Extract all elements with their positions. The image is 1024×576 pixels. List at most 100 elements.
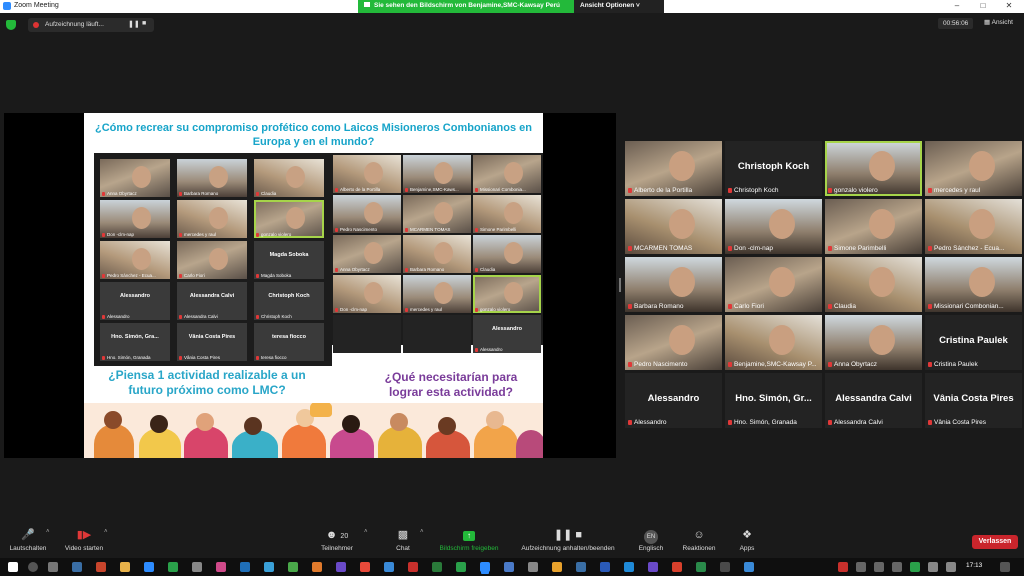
participant-tile[interactable]: mercedes y raul [403,275,471,313]
participant-tile[interactable]: Missionari Combonian... [925,257,1022,312]
zoom-taskbar-icon[interactable] [480,562,490,572]
participant-tile[interactable]: Claudia [254,159,324,197]
language-button[interactable]: EN Englisch [634,528,668,552]
taskbar-app-icon[interactable] [672,562,682,572]
task-view-icon[interactable] [48,562,58,572]
windows-start-icon[interactable] [8,562,18,572]
taskbar-app-icon[interactable] [456,562,466,572]
taskbar-app-icon[interactable] [744,562,754,572]
taskbar-app-icon[interactable] [96,562,106,572]
taskbar-app-icon[interactable] [552,562,562,572]
chat-caret[interactable]: ˄ [420,529,424,535]
participant-tile[interactable]: Claudia [473,235,541,273]
share-screen-button[interactable]: ↑ Bildschirm freigeben [432,528,506,552]
mute-button[interactable]: 🎤 Lautschalten [6,528,50,552]
participants-caret[interactable]: ˄ [364,529,368,535]
participant-tile[interactable]: Simone Parimbelli [473,195,541,233]
participants-button[interactable]: ☻ 20 Teilnehmer [314,528,360,552]
participant-tile[interactable]: Alessandro Alessandro [100,282,170,320]
participant-tile[interactable]: Pedro Nascimento [333,195,401,233]
participant-tile[interactable]: Claudia [825,257,922,312]
taskbar-app-icon[interactable] [360,562,370,572]
start-video-button[interactable]: ▮▶ Video starten [58,528,110,552]
participant-tile[interactable]: Magda Soboka Magda Soboka [254,241,324,279]
taskbar-app-icon[interactable] [624,562,634,572]
participant-tile[interactable]: Pedro Nascimento [625,315,722,370]
participant-tile[interactable]: Hno. Simón, Gra... Hno. Simón, Granada [100,323,170,361]
pause-recording-icon[interactable]: ❚❚ [128,20,140,28]
tray-icon[interactable] [910,562,920,572]
stop-recording-icon[interactable]: ■ [142,20,146,27]
tray-icon[interactable] [874,562,884,572]
minimize-icon[interactable]: – [946,1,968,10]
participant-tile[interactable]: Alberto de la Portilla [625,141,722,196]
tray-icon[interactable] [856,562,866,572]
taskbar-app-icon[interactable] [216,562,226,572]
participant-tile[interactable]: Christoph Koch Christoph Koch [725,141,822,196]
taskbar-app-icon[interactable] [432,562,442,572]
participant-tile[interactable] [333,315,401,353]
participant-tile[interactable]: Hno. Simón, Gr... Hno. Simón, Granada [725,373,822,428]
taskbar-app-icon[interactable] [648,562,658,572]
participant-tile[interactable]: Missionari Combonia... [473,155,541,193]
search-icon[interactable] [28,562,38,572]
chat-button[interactable]: ▩ Chat [388,528,418,552]
participant-tile[interactable]: Anna Obyrtacz [825,315,922,370]
participant-tile[interactable]: MCARMEN TOMAS [403,195,471,233]
view-button[interactable]: ▦ Ansicht [984,18,1013,26]
taskbar-app-icon[interactable] [528,562,538,572]
participant-tile[interactable] [403,315,471,353]
notifications-icon[interactable] [1000,562,1010,572]
taskbar-app-icon[interactable] [168,562,178,572]
leave-button[interactable]: Verlassen [972,535,1018,549]
video-options-caret[interactable]: ˄ [104,529,108,535]
participant-tile[interactable]: Benjamine,SMC-Kaws... [403,155,471,193]
reactions-button[interactable]: ☺ Reaktionen [678,528,720,552]
taskbar-app-icon[interactable] [576,562,586,572]
taskbar-app-icon[interactable] [192,562,202,572]
participant-tile[interactable]: Barbara Romano [625,257,722,312]
participant-tile[interactable]: mercedes y raul [177,200,247,238]
close-icon[interactable]: ✕ [998,1,1020,10]
participant-tile[interactable]: Vânia Costa Pires Vânia Costa Pires [177,323,247,361]
participant-tile[interactable]: teresa fiocco teresa fiocco [254,323,324,361]
taskbar-app-icon[interactable] [408,562,418,572]
participant-tile[interactable]: gonzalo violero [254,200,324,238]
participant-tile[interactable]: Carlo Fiori [177,241,247,279]
participant-tile[interactable]: Anna Obyrtacz [100,159,170,197]
participant-tile[interactable]: gonzalo violero [473,275,541,313]
wifi-icon[interactable] [928,562,938,572]
participant-tile[interactable]: Alessandra Calvi Alessandra Calvi [177,282,247,320]
taskbar-app-icon[interactable] [264,562,274,572]
participant-tile[interactable]: Pedro Sánchez - Ecua... [100,241,170,279]
participant-tile[interactable]: Barbara Romano [403,235,471,273]
record-pause-stop-button[interactable]: ❚❚ ■ Aufzeichnung anhalten/beenden [510,528,626,552]
taskbar-app-icon[interactable] [72,562,82,572]
taskbar-app-icon[interactable] [240,562,250,572]
volume-icon[interactable] [946,562,956,572]
participant-tile[interactable]: Cristina Paulek Cristina Paulek [925,315,1022,370]
taskbar-app-icon[interactable] [504,562,514,572]
participant-tile[interactable]: gonzalo violero [825,141,922,196]
tray-icon[interactable] [838,562,848,572]
participant-tile[interactable]: Simone Parimbelli [825,199,922,254]
taskbar-app-icon[interactable] [288,562,298,572]
apps-button[interactable]: ❖ Apps [734,528,760,552]
taskbar-app-icon[interactable] [720,562,730,572]
audio-options-caret[interactable]: ˄ [46,529,50,535]
participant-tile[interactable]: Don -clm-nap [333,275,401,313]
participant-tile[interactable]: Anna Obyrtacz [333,235,401,273]
participant-tile[interactable]: Vânia Costa Pires Vânia Costa Pires [925,373,1022,428]
participant-tile[interactable]: Barbara Romano [177,159,247,197]
participant-tile[interactable]: Don -clm-nap [725,199,822,254]
participant-tile[interactable]: Don -clm-nap [100,200,170,238]
participant-tile[interactable]: MCARMEN TOMAS [625,199,722,254]
panel-divider-handle[interactable] [619,278,621,292]
participant-tile[interactable]: Pedro Sánchez - Ecua... [925,199,1022,254]
taskbar-app-icon[interactable] [696,562,706,572]
participant-tile[interactable]: Alberto de la Portilla [333,155,401,193]
view-options-button[interactable]: Ansicht Optionen ˅ [574,0,664,13]
taskbar-app-icon[interactable] [336,562,346,572]
taskbar-app-icon[interactable] [120,562,130,572]
participant-tile[interactable]: Alessandra Calvi Alessandra Calvi [825,373,922,428]
